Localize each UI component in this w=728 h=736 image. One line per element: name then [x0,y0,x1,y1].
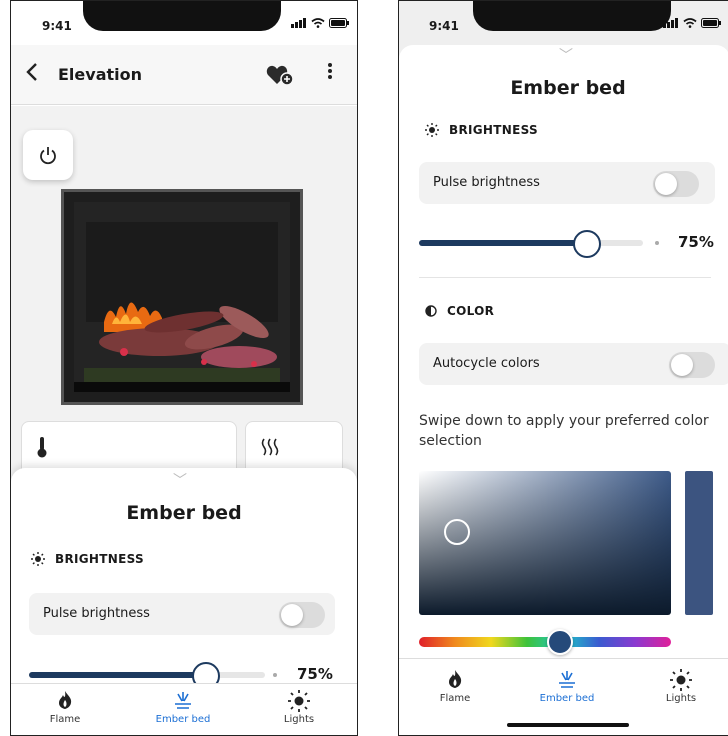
favorite-add-icon[interactable] [266,64,296,90]
brightness-section-header: BRIGHTNESS [425,123,538,137]
brightness-value: 75% [297,665,333,683]
brightness-icon [31,552,45,566]
notch [473,1,671,31]
color-picker-area[interactable] [419,471,671,615]
signal-icon [291,18,306,28]
signal-icon [663,18,678,28]
thermometer-icon [37,437,47,458]
phone-screen-ember-bed-expanded: 9:41 ﹀ Ember bed BRIGHTNESS Pulse bright… [398,0,728,736]
pulse-brightness-toggle[interactable] [653,171,699,197]
wifi-icon [311,18,325,28]
tab-ember-bed-label: Ember bed [539,693,595,704]
hue-slider-thumb[interactable] [547,629,573,655]
brightness-section-header: BRIGHTNESS [31,552,144,566]
hue-slider[interactable] [419,637,671,647]
pulse-brightness-label: Pulse brightness [433,175,540,190]
system-icons [291,18,349,28]
ember-bed-icon [133,690,233,714]
color-picker-cursor[interactable] [444,519,470,545]
home-indicator [507,723,629,727]
autocycle-colors-toggle[interactable] [669,352,715,378]
slider-end-dot [273,673,277,677]
color-section-label: COLOR [447,304,495,318]
tab-lights[interactable]: Lights [249,690,349,725]
tab-lights[interactable]: Lights [631,669,728,704]
brightness-slider[interactable] [419,228,643,258]
brightness-icon [425,123,439,137]
status-time: 9:41 [429,19,459,33]
pulse-brightness-label: Pulse brightness [43,606,150,621]
pulse-brightness-row: Pulse brightness [29,593,335,635]
app-header: Elevation [11,45,357,105]
phone-screen-fireplace: 9:41 Elevation ﹀ Ember bed BRIGHTNESS Pu… [10,0,358,736]
fireplace-illustration [74,202,290,392]
tab-flame-label: Flame [439,693,471,704]
tab-bar: Flame Ember bed Lights [11,683,357,735]
tab-flame-label: Flame [49,714,81,725]
selected-color-swatch [685,471,713,615]
slider-fill [419,240,587,246]
battery-icon [701,18,721,28]
back-icon[interactable] [25,61,39,89]
tab-flame[interactable]: Flame [405,669,505,704]
tab-ember-bed-label: Ember bed [155,714,211,725]
wifi-icon [683,18,697,28]
tab-flame[interactable]: Flame [15,690,115,725]
flame-icon [15,690,115,714]
ember-bed-sheet-expanded: ﹀ Ember bed BRIGHTNESS Pulse brightness … [399,45,728,735]
tab-bar: Flame Ember bed Lights [399,658,728,735]
tab-lights-label: Lights [665,693,697,704]
heat-icon [261,438,279,456]
page-title: Elevation [58,65,143,84]
slider-thumb[interactable] [573,230,601,258]
sheet-handle[interactable]: ﹀ [173,470,187,490]
sheet-title: Ember bed [510,77,626,99]
tab-ember-bed[interactable]: Ember bed [517,669,617,704]
power-button[interactable] [23,130,73,180]
fireplace-image [61,189,303,405]
status-bar: 9:41 [399,1,728,45]
pulse-brightness-row: Pulse brightness [419,162,715,204]
sheet-handle[interactable]: ﹀ [559,45,573,65]
status-bar: 9:41 [11,1,357,45]
pulse-brightness-toggle[interactable] [279,602,325,628]
sheet-title: Ember bed [126,502,242,524]
sun-icon [249,690,349,714]
status-time: 9:41 [42,19,72,33]
contrast-icon [425,305,437,317]
autocycle-colors-label: Autocycle colors [433,356,540,371]
flame-icon [405,669,505,693]
color-hint-text: Swipe down to apply your preferred color… [419,413,709,449]
battery-icon [329,18,349,28]
tab-ember-bed[interactable]: Ember bed [133,690,233,725]
brightness-section-label: BRIGHTNESS [449,123,538,137]
notch [83,1,281,31]
ember-bed-icon [517,669,617,693]
brightness-value: 75% [678,233,714,251]
slider-fill [29,672,206,678]
power-icon [40,147,56,165]
slider-end-dot [655,241,659,245]
tab-lights-label: Lights [283,714,315,725]
color-section-header: COLOR [425,304,494,318]
autocycle-colors-row: Autocycle colors [419,343,728,385]
sun-icon [631,669,728,693]
section-divider [419,277,711,278]
system-icons [663,18,721,28]
brightness-section-label: BRIGHTNESS [55,552,144,566]
more-options-icon[interactable] [327,61,333,86]
